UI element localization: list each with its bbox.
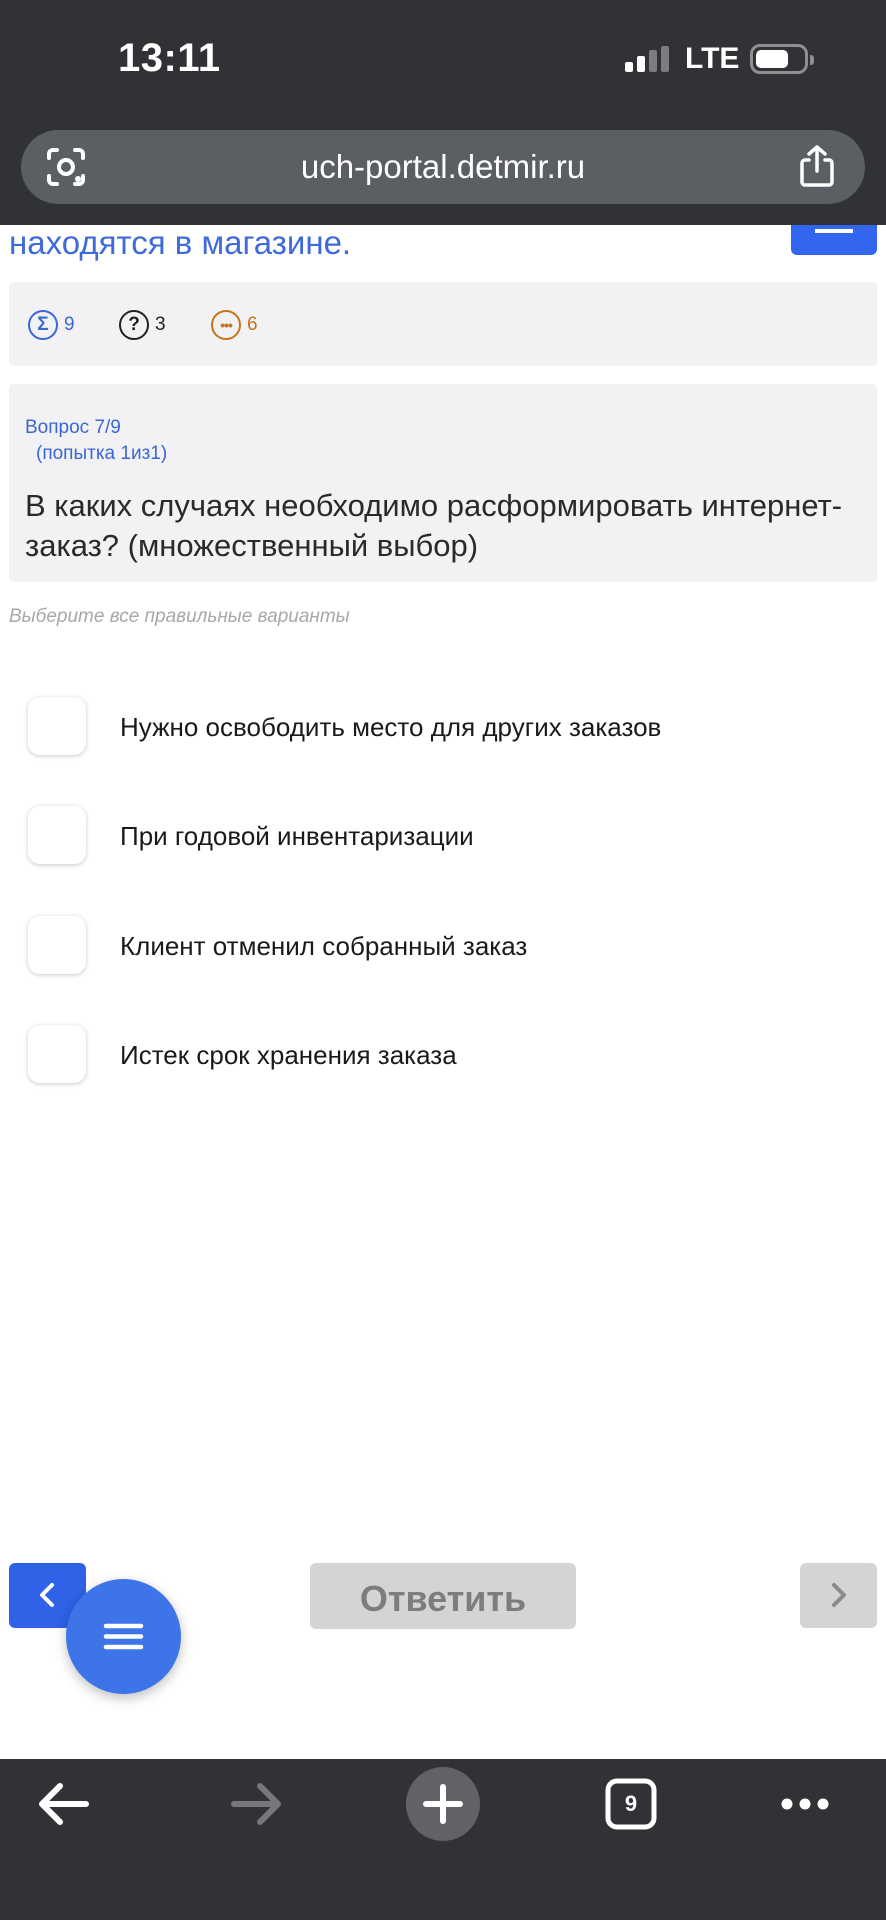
stats-panel: Σ 9 ? 3 ••• 6: [9, 282, 877, 366]
option-checkbox[interactable]: [28, 697, 86, 755]
plus-icon: [406, 1767, 480, 1841]
browser-top-bar: 13:11 LTE uch-portal.detmir.ru: [0, 0, 886, 225]
option-label[interactable]: Клиент отменил собранный заказ: [120, 931, 527, 962]
partial-heading: находятся в магазине.: [9, 224, 352, 261]
stat-pending[interactable]: ••• 6: [211, 310, 258, 340]
network-type: LTE: [685, 42, 740, 75]
stat-questions-value: 3: [155, 314, 166, 335]
tab-count: 9: [624, 1791, 638, 1816]
answer-hint: Выберите все правильные варианты: [9, 606, 350, 627]
option-checkbox[interactable]: [28, 916, 86, 974]
share-icon[interactable]: [797, 144, 837, 188]
next-question-button[interactable]: [800, 1563, 877, 1628]
hamburger-icon: [103, 1623, 144, 1650]
chevron-right-icon: [832, 1583, 846, 1607]
answer-option[interactable]: При годовой инвентаризации: [28, 806, 858, 864]
submit-answer-label: Ответить: [359, 1578, 527, 1619]
stat-total-value: 9: [64, 314, 75, 335]
question-counter: Вопрос 7/9: [25, 417, 121, 438]
answer-option[interactable]: Нужно освободить место для других заказо…: [28, 697, 858, 755]
ellipsis-icon: •••: [211, 310, 241, 340]
option-label[interactable]: Нужно освободить место для других заказо…: [120, 712, 661, 743]
battery-icon: [750, 44, 814, 74]
address-bar[interactable]: uch-portal.detmir.ru: [21, 130, 865, 204]
attempt-info: (попытка 1из1): [36, 443, 168, 464]
submit-answer-button[interactable]: Ответить: [310, 1563, 576, 1629]
more-options-button[interactable]: [760, 1759, 850, 1849]
back-button[interactable]: [20, 1759, 110, 1849]
new-tab-button[interactable]: [398, 1759, 488, 1849]
sigma-icon: Σ: [28, 310, 58, 340]
floating-menu-button[interactable]: [66, 1579, 181, 1694]
answer-option[interactable]: Истек срок хранения заказа: [28, 1025, 858, 1083]
arrow-right-icon: [231, 1783, 281, 1825]
more-dots-icon: [781, 1798, 829, 1810]
option-label[interactable]: При годовой инвентаризации: [120, 821, 474, 852]
question-panel: Вопрос 7/9 (попытка 1из1) В каких случая…: [9, 384, 877, 582]
status-time: 13:11: [118, 36, 221, 80]
question-mark-icon: ?: [119, 310, 149, 340]
option-checkbox[interactable]: [28, 806, 86, 864]
url-text[interactable]: uch-portal.detmir.ru: [21, 148, 865, 186]
stat-pending-value: 6: [247, 314, 258, 335]
forward-button[interactable]: [210, 1759, 300, 1849]
arrow-left-icon: [39, 1783, 89, 1825]
option-label[interactable]: Истек срок хранения заказа: [120, 1040, 457, 1071]
answer-option[interactable]: Клиент отменил собранный заказ: [28, 916, 858, 974]
signal-icon: [625, 46, 669, 72]
tabs-button[interactable]: 9: [586, 1759, 676, 1849]
stat-total[interactable]: Σ 9: [28, 310, 75, 340]
browser-bottom-toolbar: 9: [0, 1759, 886, 1920]
menu-toggle-button[interactable]: [791, 225, 877, 255]
option-checkbox[interactable]: [28, 1025, 86, 1083]
question-text: В каких случаях необходимо расформироват…: [25, 488, 843, 563]
stat-questions[interactable]: ? 3: [119, 310, 166, 340]
